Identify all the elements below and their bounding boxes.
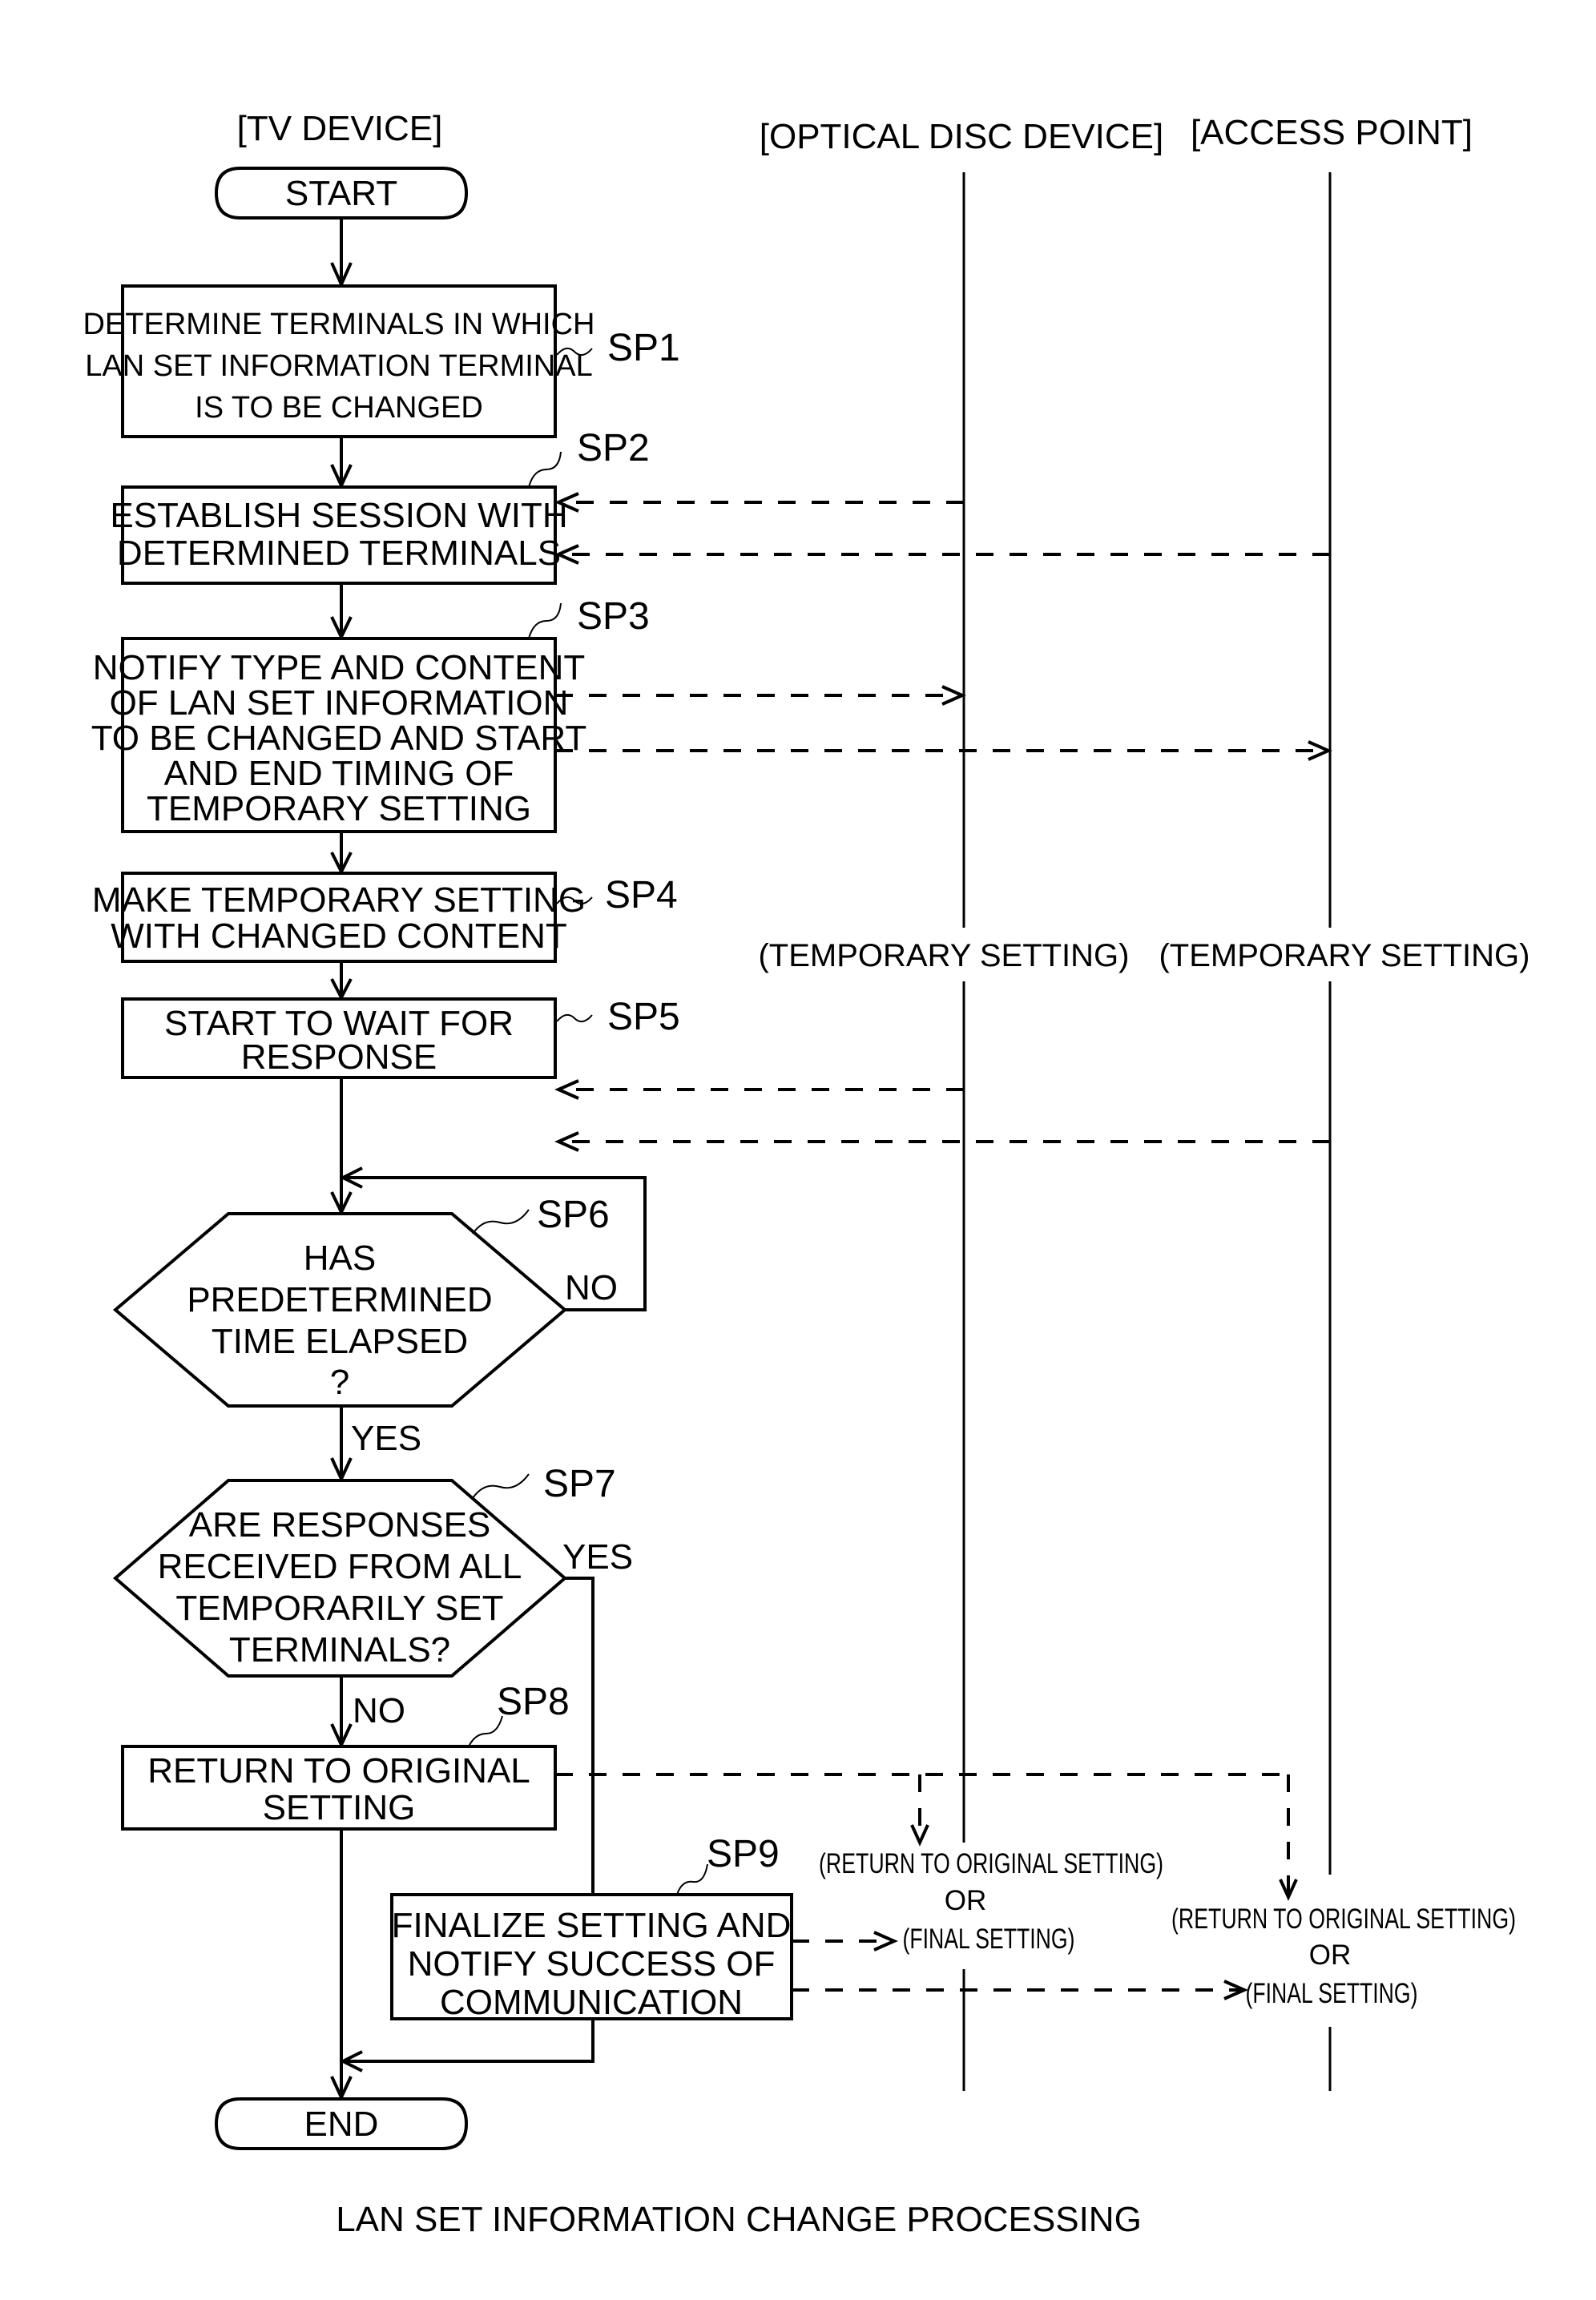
sp6-line-4: ? (330, 1363, 349, 1402)
step-sp8-box: RETURN TO ORIGINAL SETTING (121, 1745, 557, 1831)
sp3-line-1: NOTIFY TYPE AND CONTENT (93, 648, 585, 687)
message-arrows (554, 492, 1332, 2000)
sp8-label: SP8 (497, 1681, 570, 1723)
sp6-yes-label: YES (351, 1419, 421, 1458)
sp7-line-1: ARE RESPONSES (189, 1505, 491, 1545)
lane-header-optical-disc-device: [OPTICAL DISC DEVICE] (760, 117, 1163, 156)
sp6-no-label: NO (565, 1268, 618, 1307)
access-final-line-2: OR (1309, 1939, 1352, 1971)
sp4-line-2: WITH CHANGED CONTENT (111, 916, 567, 956)
start-terminal: START (214, 167, 469, 220)
access-temporary-setting-note: (TEMPORARY SETTING) (1159, 938, 1530, 973)
sp4-label: SP4 (605, 874, 678, 916)
sp5-line-2: RESPONSE (241, 1037, 437, 1077)
figure-caption: LAN SET INFORMATION CHANGE PROCESSING (336, 2200, 1142, 2239)
sp9-line-2: NOTIFY SUCCESS OF (408, 1944, 776, 1984)
sp9-line-3: COMMUNICATION (440, 1983, 743, 2022)
step-sp4-box: MAKE TEMPORARY SETTING WITH CHANGED CONT… (92, 872, 586, 963)
sp7-line-4: TERMINALS? (229, 1630, 450, 1670)
sp9-line-1: FINALIZE SETTING AND (392, 1906, 792, 1945)
optical-temporary-setting-note: (TEMPORARY SETTING) (758, 938, 1129, 973)
sp3-line-5: TEMPORARY SETTING (147, 789, 531, 828)
sp4-line-1: MAKE TEMPORARY SETTING (92, 880, 586, 920)
sp3-label: SP3 (577, 595, 650, 638)
sp1-label: SP1 (607, 327, 680, 369)
sp3-line-4: AND END TIMING OF (164, 754, 514, 793)
step-sp1-box: DETERMINE TERMINALS IN WHICH LAN SET INF… (83, 284, 595, 438)
access-final-line-3: (FINAL SETTING) (1246, 1978, 1418, 2009)
sp2-line-1: ESTABLISH SESSION WITH (110, 496, 567, 535)
sp6-line-3: TIME ELAPSED (212, 1322, 468, 1361)
decision-sp6: HAS PREDETERMINED TIME ELAPSED ? (112, 1212, 568, 1408)
end-terminal: END (214, 2097, 469, 2150)
sp8-line-1: RETURN TO ORIGINAL (147, 1751, 530, 1790)
sp7-label: SP7 (543, 1463, 616, 1505)
sp6-line-1: HAS (304, 1239, 376, 1278)
step-sp9-box: FINALIZE SETTING AND NOTIFY SUCCESS OF C… (390, 1893, 793, 2022)
optical-final-line-2: OR (945, 1885, 987, 1916)
access-final-line-1: (RETURN TO ORIGINAL SETTING) (1171, 1903, 1516, 1935)
sp7-line-3: TEMPORARILY SET (175, 1589, 503, 1628)
sp2-line-2: DETERMINED TERMINALS (117, 534, 561, 573)
sp7-yes-label: YES (562, 1537, 633, 1577)
optical-final-line-3: (FINAL SETTING) (903, 1923, 1075, 1955)
sp2-label: SP2 (577, 427, 650, 469)
sp6-label: SP6 (537, 1194, 610, 1236)
step-sp5-box: START TO WAIT FOR RESPONSE (121, 997, 557, 1079)
sp1-line-1: DETERMINE TERMINALS IN WHICH (83, 308, 594, 341)
sp7-no-label: NO (353, 1691, 405, 1730)
lane-header-tv-device: [TV DEVICE] (237, 109, 443, 148)
flowchart-diagram: [TV DEVICE] [OPTICAL DISC DEVICE] [ACCES… (83, 109, 1530, 2239)
access-final-note: (RETURN TO ORIGINAL SETTING) OR (FINAL S… (1171, 1903, 1516, 2009)
sp7-line-2: RECEIVED FROM ALL (158, 1547, 522, 1586)
sp3-line-2: OF LAN SET INFORMATION (110, 683, 569, 723)
lane-header-access-point: [ACCESS POINT] (1191, 113, 1473, 152)
sp1-line-2: LAN SET INFORMATION TERMINAL (85, 349, 592, 383)
optical-final-line-1: (RETURN TO ORIGINAL SETTING) (819, 1848, 1163, 1879)
sp3-line-3: TO BE CHANGED AND START (91, 719, 587, 758)
optical-final-note: (RETURN TO ORIGINAL SETTING) OR (FINAL S… (819, 1848, 1163, 1955)
sp6-line-2: PREDETERMINED (187, 1280, 492, 1319)
decision-sp7: ARE RESPONSES RECEIVED FROM ALL TEMPORAR… (112, 1479, 568, 1678)
step-sp2-box: ESTABLISH SESSION WITH DETERMINED TERMIN… (110, 485, 568, 585)
sp9-label: SP9 (707, 1833, 780, 1875)
sp1-line-3: IS TO BE CHANGED (195, 391, 483, 425)
end-label: END (304, 2105, 379, 2144)
start-label: START (285, 174, 397, 213)
step-sp3-box: NOTIFY TYPE AND CONTENT OF LAN SET INFOR… (91, 637, 587, 833)
sp8-line-2: SETTING (263, 1788, 416, 1827)
sp5-label: SP5 (607, 996, 680, 1038)
